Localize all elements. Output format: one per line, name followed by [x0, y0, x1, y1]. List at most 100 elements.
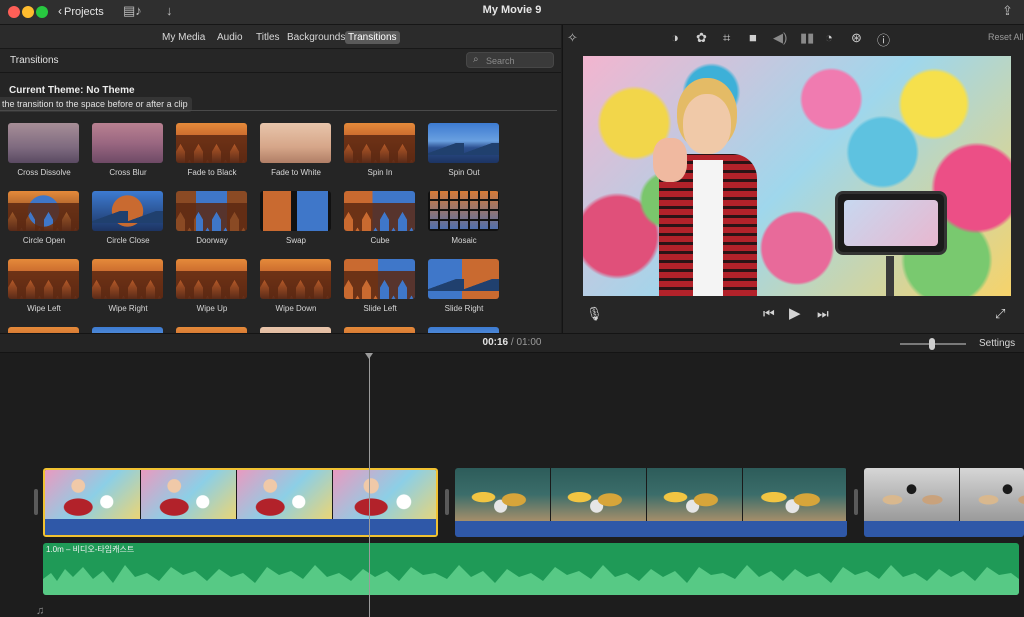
transition-thumbnail — [8, 191, 79, 231]
info-icon[interactable]: ⓘ — [877, 30, 890, 49]
tab-titles[interactable]: Titles — [253, 31, 283, 44]
clip-trim-handle[interactable] — [34, 489, 38, 515]
speed-icon[interactable]: ◔ — [825, 30, 833, 45]
close-window-button[interactable] — [8, 6, 20, 18]
transition-thumbnail — [344, 123, 415, 163]
filter-icon[interactable]: ⊛ — [851, 30, 862, 46]
clip-frame — [333, 470, 436, 523]
transition-circle-close[interactable]: Circle Close — [84, 191, 168, 256]
clip-frame — [551, 468, 647, 521]
timeline[interactable]: 1.0m – 비디오-타임캐스트 ♫ — [0, 353, 1024, 617]
volume-icon[interactable]: ◀) — [773, 30, 787, 46]
transition-wipe-down[interactable]: Wipe Down — [252, 259, 336, 324]
fullscreen-icon[interactable]: ⤢ — [995, 306, 1005, 322]
video-clip[interactable] — [864, 468, 1024, 537]
music-note-icon: ♫ — [36, 605, 45, 617]
transition-fade-to-black[interactable]: Fade to Black — [168, 123, 252, 188]
transition-thumbnail — [92, 191, 163, 231]
preview-subject-shirt — [693, 160, 723, 296]
transition-label: Circle Close — [106, 236, 150, 245]
transition-label: Cross Dissolve — [17, 168, 71, 177]
background-audio-track[interactable]: 1.0m – 비디오-타임캐스트 — [43, 543, 1019, 595]
transition-thumbnail — [8, 123, 79, 163]
transition-cross-blur[interactable]: Cross Blur — [84, 123, 168, 188]
skip-back-icon[interactable]: ⏮︎ — [763, 306, 775, 322]
microphone-icon[interactable]: 🎙︎ — [586, 306, 603, 322]
transition-thumbnail — [176, 259, 247, 299]
time-separator: / — [510, 337, 514, 348]
transition-slide-right[interactable]: Slide Right — [420, 259, 504, 324]
timecode: 00:16 / 01:00 — [0, 337, 1024, 348]
transition-label: Doorway — [196, 236, 228, 245]
tab-transitions[interactable]: Transitions — [345, 31, 400, 44]
transition-label: Wipe Down — [275, 304, 317, 313]
clip-frame — [647, 468, 743, 521]
noise-reduction-icon[interactable]: ▮▮ — [800, 30, 814, 46]
skip-forward-icon[interactable]: ⏭︎ — [817, 306, 829, 322]
zoom-slider-knob[interactable] — [929, 338, 935, 350]
playhead[interactable] — [369, 353, 370, 617]
media-library-icon[interactable]: ▤♪ — [123, 3, 142, 19]
transition-label: Wipe Up — [196, 304, 228, 313]
current-theme-label: Current Theme: No Theme — [9, 85, 135, 96]
transition-thumbnail — [428, 259, 499, 299]
video-clip[interactable] — [455, 468, 847, 537]
transition-wipe-up[interactable]: Wipe Up — [168, 259, 252, 324]
clip-audio-bar — [45, 519, 436, 535]
transitions-grid: Cross Dissolve Cross Blur Fade to Black … — [0, 123, 561, 333]
transition-spin-in[interactable]: Spin In — [336, 123, 420, 188]
clip-audio-bar — [455, 521, 847, 537]
phone-stand — [886, 256, 894, 296]
transition-mosaic[interactable]: Mosaic — [420, 191, 504, 256]
reset-all-button[interactable]: Reset All — [988, 32, 1024, 42]
stabilization-icon[interactable]: ■ — [749, 30, 757, 45]
transition-handle[interactable] — [854, 489, 858, 515]
transition-doorway[interactable]: Doorway — [168, 191, 252, 256]
minimize-window-button[interactable] — [22, 6, 34, 18]
transition-thumbnail — [176, 123, 247, 163]
transition-label: Slide Right — [444, 304, 484, 313]
viewer-panel: ✧ ◑ ✿ ⌗ ■ ◀) ▮▮ ◔ ⊛ ⓘ Reset All 🎙︎ ⏮︎ ▶ … — [562, 25, 1024, 333]
video-preview[interactable] — [583, 56, 1011, 296]
clip-frame — [237, 470, 333, 523]
transition-circle-open[interactable]: Circle Open — [0, 191, 84, 256]
transition-thumbnail — [344, 259, 415, 299]
crop-icon[interactable]: ⌗ — [723, 30, 730, 46]
transition-slide-left[interactable]: Slide Left — [336, 259, 420, 324]
settings-button[interactable]: Settings — [979, 338, 1015, 349]
color-correction-icon[interactable]: ✿ — [696, 30, 707, 46]
transition-cube[interactable]: Cube — [336, 191, 420, 256]
transition-cross-dissolve[interactable]: Cross Dissolve — [0, 123, 84, 188]
timeline-toolbar: 00:16 / 01:00 Settings — [0, 333, 1024, 353]
transition-wipe-left[interactable]: Wipe Left — [0, 259, 84, 324]
zoom-window-button[interactable] — [36, 6, 48, 18]
transition-label: Cross Blur — [109, 168, 147, 177]
preview-subject-head — [683, 94, 731, 154]
magic-wand-icon[interactable]: ✧ — [567, 30, 578, 46]
title-bar: ‹ Projects ▤♪ ↓ My Movie 9 ⇪ — [0, 0, 1024, 25]
transition-wipe-right[interactable]: Wipe Right — [84, 259, 168, 324]
color-balance-icon[interactable]: ◑ — [671, 30, 679, 45]
import-icon[interactable]: ↓ — [166, 3, 173, 18]
playhead-handle[interactable] — [365, 353, 373, 359]
search-input[interactable] — [486, 54, 550, 67]
transition-label: Circle Open — [22, 236, 66, 245]
transition-label: Fade to White — [271, 168, 321, 177]
transition-fade-to-white[interactable]: Fade to White — [252, 123, 336, 188]
tab-audio[interactable]: Audio — [214, 31, 246, 44]
tab-my-media[interactable]: My Media — [159, 31, 208, 44]
transition-thumbnail — [8, 259, 79, 299]
share-icon[interactable]: ⇪ — [1002, 3, 1013, 19]
transition-label: Fade to Black — [187, 168, 237, 177]
transition-handle[interactable] — [445, 489, 449, 515]
transition-spin-out[interactable]: Spin Out — [420, 123, 504, 188]
transition-thumbnail — [92, 123, 163, 163]
clip-filmstrip — [455, 468, 847, 521]
projects-back-button[interactable]: ‹ Projects — [58, 4, 104, 18]
transition-swap[interactable]: Swap — [252, 191, 336, 256]
play-icon[interactable]: ▶ — [789, 304, 801, 322]
search-field[interactable]: ⌕ — [466, 52, 554, 68]
tab-backgrounds[interactable]: Backgrounds — [284, 31, 348, 44]
video-clip-selected[interactable] — [43, 468, 438, 537]
transition-thumbnail — [260, 259, 331, 299]
